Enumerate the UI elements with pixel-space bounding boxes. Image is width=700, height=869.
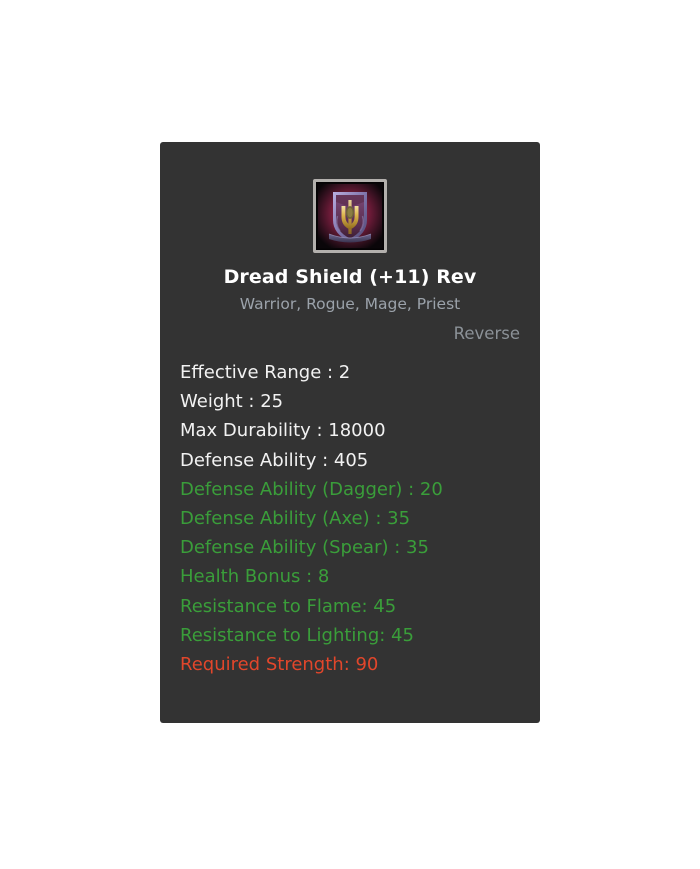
stat-line: Resistance to Flame: 45: [180, 595, 397, 617]
dread-shield-icon-art: [316, 182, 384, 250]
screen: Dread Shield (+11) Rev Warrior, Rogue, M…: [0, 0, 700, 869]
item-class-list: Warrior, Rogue, Mage, Priest: [239, 295, 461, 313]
stat-line: Health Bonus : 8: [180, 566, 330, 588]
item-name: Dread Shield (+11) Rev: [223, 266, 477, 288]
item-tooltip-card: Dread Shield (+11) Rev Warrior, Rogue, M…: [160, 142, 540, 723]
stat-line: Max Durability : 18000: [180, 420, 386, 442]
item-icon-container: [160, 179, 540, 253]
stat-line: Defense Ability (Spear) : 35: [180, 537, 429, 559]
stat-line: Defense Ability : 405: [180, 449, 369, 471]
item-stats-list: Effective Range : 2 Weight : 25 Max Durabi…: [180, 358, 525, 679]
stat-line: Effective Range : 2: [180, 362, 351, 383]
reverse-row: Reverse: [160, 322, 540, 346]
stat-line: Required Strength: 90: [180, 654, 379, 676]
stat-line: Resistance to Lighting: 45: [180, 624, 414, 646]
dread-shield-icon[interactable]: [313, 179, 387, 253]
reverse-button[interactable]: Reverse: [454, 324, 520, 343]
stat-line: Weight : 25: [180, 391, 284, 413]
item-title-block: Dread Shield (+11) Rev Warrior, Rogue, M…: [160, 264, 540, 316]
stat-line: Defense Ability (Axe) : 35: [180, 508, 411, 530]
stat-line: Defense Ability (Dagger) : 20: [180, 478, 443, 500]
